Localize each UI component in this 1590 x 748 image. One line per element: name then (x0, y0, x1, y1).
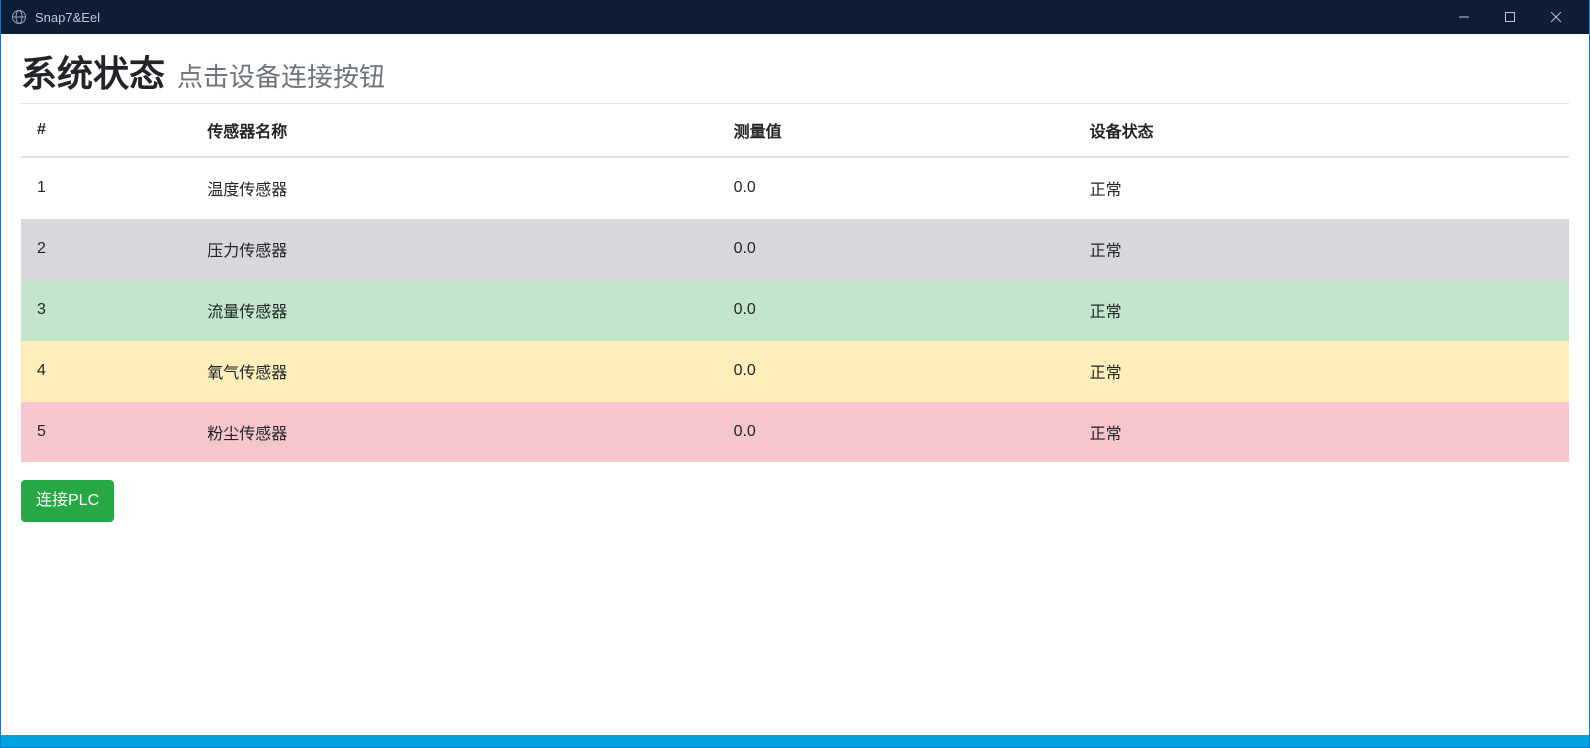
table-row: 1温度传感器0.0正常 (21, 157, 1569, 219)
table-row: 2压力传感器0.0正常 (21, 219, 1569, 280)
table-row: 4氧气传感器0.0正常 (21, 341, 1569, 402)
cell-status: 正常 (1074, 219, 1569, 280)
window-title: Snap7&Eel (35, 10, 100, 25)
cell-index: 3 (21, 280, 191, 341)
cell-value: 0.0 (718, 157, 1074, 219)
cell-status: 正常 (1074, 341, 1569, 402)
table-row: 5粉尘传感器0.0正常 (21, 402, 1569, 463)
col-header-value: 测量值 (718, 104, 1074, 158)
sensor-table: # 传感器名称 测量值 设备状态 1温度传感器0.0正常2压力传感器0.0正常3… (21, 103, 1569, 462)
cell-status: 正常 (1074, 157, 1569, 219)
cell-value: 0.0 (718, 280, 1074, 341)
col-header-index: # (21, 104, 191, 158)
page-subtitle: 点击设备连接按钮 (177, 57, 385, 94)
window-titlebar: Snap7&Eel (1, 0, 1589, 34)
cell-name: 温度传感器 (191, 157, 717, 219)
page-title: 系统状态 (21, 52, 165, 95)
connect-plc-button[interactable]: 连接PLC (21, 480, 114, 522)
content-area: 系统状态 点击设备连接按钮 # 传感器名称 测量值 设备状态 1温度传感器0.0… (1, 34, 1589, 542)
cell-index: 5 (21, 402, 191, 463)
globe-icon (11, 9, 27, 25)
maximize-button[interactable] (1487, 0, 1533, 34)
cell-value: 0.0 (718, 219, 1074, 280)
col-header-status: 设备状态 (1074, 104, 1569, 158)
cell-value: 0.0 (718, 341, 1074, 402)
cell-name: 粉尘传感器 (191, 402, 717, 463)
col-header-name: 传感器名称 (191, 104, 717, 158)
minimize-button[interactable] (1441, 0, 1487, 34)
window-controls (1441, 0, 1579, 34)
table-row: 3流量传感器0.0正常 (21, 280, 1569, 341)
close-button[interactable] (1533, 0, 1579, 34)
cell-name: 氧气传感器 (191, 341, 717, 402)
cell-name: 压力传感器 (191, 219, 717, 280)
cell-index: 4 (21, 341, 191, 402)
cell-status: 正常 (1074, 402, 1569, 463)
cell-status: 正常 (1074, 280, 1569, 341)
cell-index: 2 (21, 219, 191, 280)
cell-name: 流量传感器 (191, 280, 717, 341)
cell-index: 1 (21, 157, 191, 219)
cell-value: 0.0 (718, 402, 1074, 463)
bottom-accent-bar (1, 735, 1589, 747)
page-heading: 系统状态 点击设备连接按钮 (21, 52, 1569, 95)
table-header-row: # 传感器名称 测量值 设备状态 (21, 104, 1569, 158)
